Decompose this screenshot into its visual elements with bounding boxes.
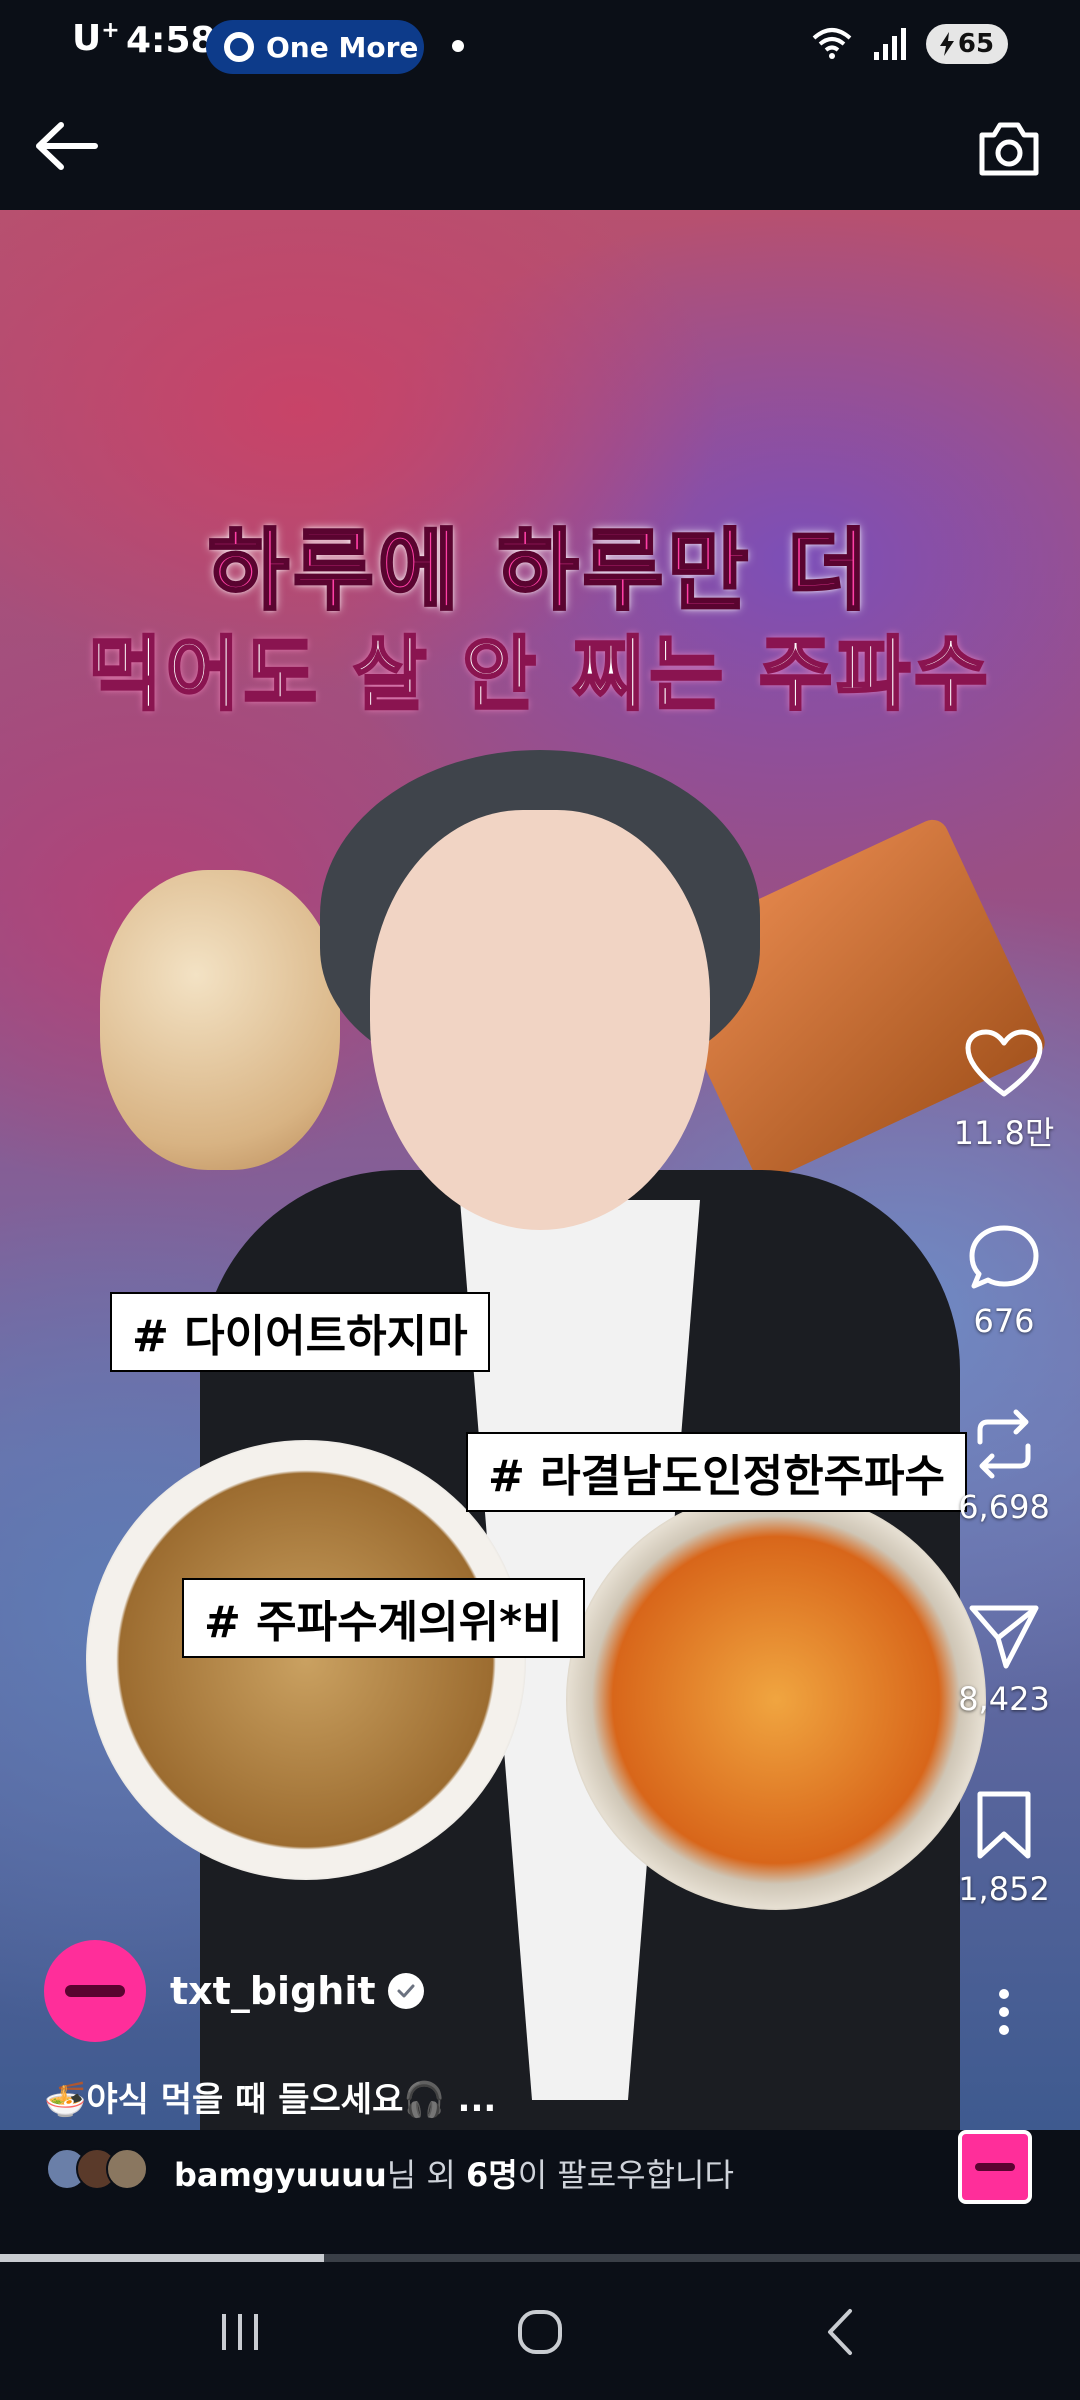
repost-count: 6,698 bbox=[958, 1488, 1050, 1526]
nav-back-button[interactable] bbox=[800, 2302, 880, 2362]
nav-back-icon bbox=[828, 2309, 852, 2355]
back-arrow-icon bbox=[36, 122, 98, 170]
camera-button[interactable] bbox=[974, 116, 1044, 182]
post-caption[interactable]: 🍜야식 먹을 때 들으세요🎧 ... bbox=[44, 2072, 496, 2121]
hashtag-sticker: # 다이어트하지마 bbox=[110, 1292, 490, 1372]
recent-apps-button[interactable] bbox=[200, 2302, 280, 2362]
status-bar: U+ 4:58 One More 65 bbox=[0, 0, 1080, 80]
system-nav-bar bbox=[0, 2262, 1080, 2400]
video-progress-bar[interactable] bbox=[0, 2254, 1080, 2262]
notification-dot bbox=[452, 40, 464, 52]
hashtag-sticker: # 라결남도인정한주파수 bbox=[466, 1432, 967, 1512]
send-icon bbox=[969, 1605, 1039, 1669]
music-notification-chip[interactable]: One More bbox=[206, 20, 424, 74]
save-count: 1,852 bbox=[958, 1870, 1050, 1908]
author-row[interactable]: txt_bighit bbox=[44, 1940, 424, 2042]
battery-indicator: 65 bbox=[926, 24, 1008, 64]
pho-bowl-image bbox=[86, 1440, 526, 1880]
heart-icon bbox=[965, 1029, 1043, 1097]
verified-icon bbox=[387, 1973, 424, 2009]
reel-video[interactable]: 하루에 하루만 더 먹어도 살 안 찌는 주파수 # 다이어트하지마 # 라결남… bbox=[0, 210, 1080, 2130]
like-count: 11.8만 bbox=[953, 1114, 1055, 1152]
signal-icon bbox=[874, 28, 906, 60]
music-app-icon bbox=[224, 32, 254, 62]
home-button[interactable] bbox=[500, 2302, 580, 2362]
ramen-bowl-image bbox=[566, 1490, 986, 1910]
repost-action[interactable]: 6,698 bbox=[944, 1408, 1064, 1526]
followers-text: bamgyuuuu님 외 6명이 팔로우합니다 bbox=[174, 2156, 734, 2194]
comment-count: 676 bbox=[973, 1302, 1035, 1340]
more-options-button[interactable] bbox=[944, 1988, 1064, 2036]
wifi-icon bbox=[812, 28, 852, 59]
back-button[interactable] bbox=[32, 116, 102, 176]
music-chip-label: One More bbox=[266, 30, 419, 64]
share-action[interactable]: 8,423 bbox=[944, 1600, 1064, 1718]
comment-action[interactable]: 676 bbox=[944, 1222, 1064, 1340]
author-avatar[interactable] bbox=[44, 1940, 146, 2042]
system-icons: 65 bbox=[810, 24, 1008, 64]
author-username[interactable]: txt_bighit bbox=[170, 1969, 376, 2013]
top-header bbox=[0, 80, 1080, 210]
charging-icon bbox=[939, 32, 954, 56]
repost-icon bbox=[977, 1409, 1031, 1479]
recent-apps-icon bbox=[222, 2314, 258, 2350]
video-progress-fill bbox=[0, 2254, 324, 2262]
share-count: 8,423 bbox=[958, 1680, 1050, 1718]
audio-thumbnail[interactable] bbox=[958, 2130, 1032, 2204]
comment-icon bbox=[969, 1225, 1039, 1289]
bookmark-icon bbox=[977, 1791, 1031, 1859]
headline-line-2: 먹어도 살 안 찌는 주파수 bbox=[87, 627, 992, 723]
camera-icon bbox=[979, 122, 1039, 176]
hashtag-sticker: # 주파수계의위*비 bbox=[182, 1578, 585, 1658]
battery-level: 65 bbox=[957, 29, 995, 59]
save-action[interactable]: 1,852 bbox=[944, 1790, 1064, 1908]
carrier-label: U+ bbox=[72, 18, 120, 59]
more-vertical-icon bbox=[999, 1989, 1009, 2035]
clock: 4:58 bbox=[126, 20, 216, 61]
home-icon bbox=[518, 2310, 562, 2354]
headline-line-1: 하루에 하루만 더 bbox=[207, 518, 872, 624]
like-action[interactable]: 11.8만 bbox=[944, 1028, 1064, 1154]
follower-avatars bbox=[46, 2148, 148, 2190]
